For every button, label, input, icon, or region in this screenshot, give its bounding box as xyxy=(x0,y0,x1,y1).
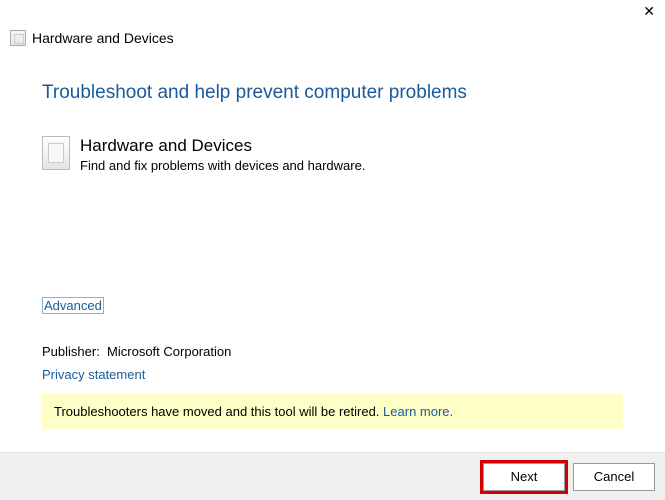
section-text: Hardware and Devices Find and fix proble… xyxy=(80,136,365,173)
page-heading: Troubleshoot and help prevent computer p… xyxy=(42,82,623,104)
next-button[interactable]: Next xyxy=(483,463,565,491)
header: Hardware and Devices xyxy=(0,0,665,46)
cancel-button[interactable]: Cancel xyxy=(573,463,655,491)
publisher-label: Publisher: xyxy=(42,344,100,359)
banner-text: Troubleshooters have moved and this tool… xyxy=(54,404,379,419)
close-icon[interactable]: ✕ xyxy=(643,4,655,18)
device-icon xyxy=(42,136,70,170)
learn-more-link[interactable]: Learn more. xyxy=(383,404,453,419)
content-area: Troubleshoot and help prevent computer p… xyxy=(0,46,665,429)
publisher-line: Publisher: Microsoft Corporation xyxy=(42,344,623,359)
privacy-statement-link[interactable]: Privacy statement xyxy=(42,367,623,382)
header-title: Hardware and Devices xyxy=(32,30,174,46)
deprecation-banner: Troubleshooters have moved and this tool… xyxy=(42,394,623,429)
troubleshooter-section: Hardware and Devices Find and fix proble… xyxy=(42,136,623,173)
advanced-link[interactable]: Advanced xyxy=(42,297,104,314)
section-title: Hardware and Devices xyxy=(80,136,365,156)
publisher-value: Microsoft Corporation xyxy=(107,344,231,359)
footer: Next Cancel xyxy=(0,452,665,500)
section-description: Find and fix problems with devices and h… xyxy=(80,158,365,173)
troubleshooter-icon xyxy=(10,30,26,46)
